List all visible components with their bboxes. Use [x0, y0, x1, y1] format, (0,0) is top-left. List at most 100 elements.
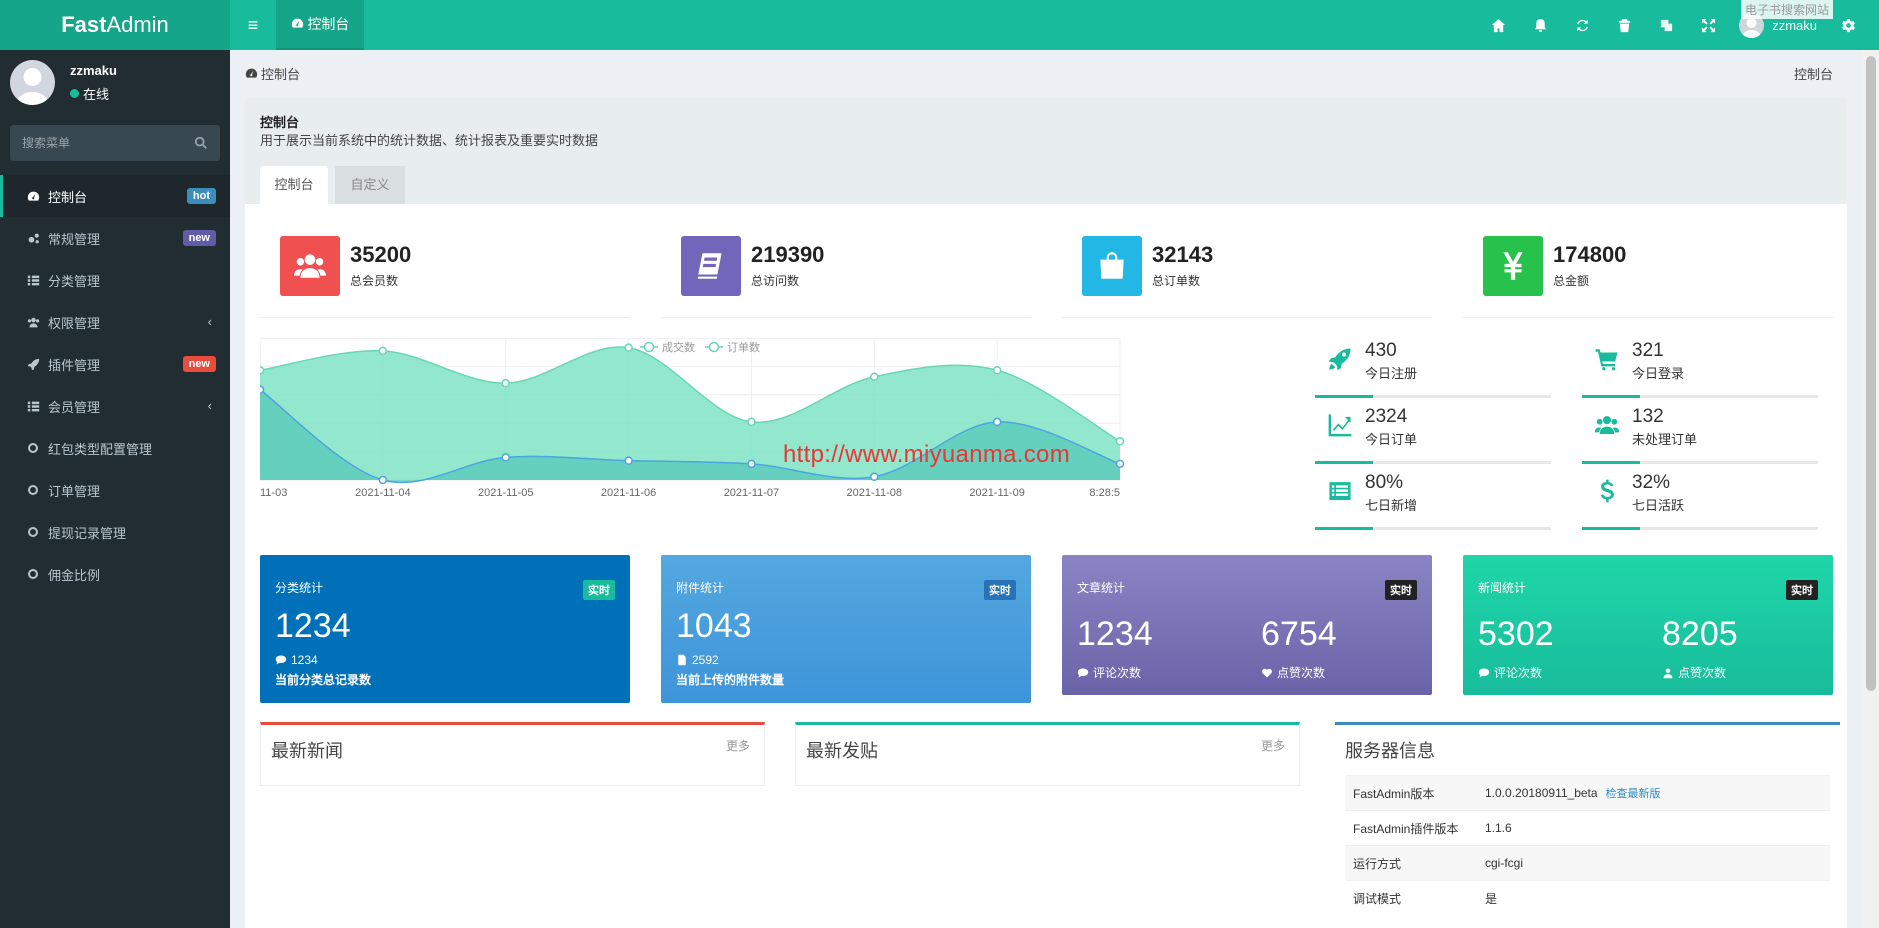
- tab-custom[interactable]: 自定义: [335, 166, 405, 204]
- sidebar-item-8[interactable]: 提现记录管理: [0, 511, 230, 553]
- x-tick-label: 2021-11-08: [847, 487, 902, 499]
- search-icon[interactable]: [194, 136, 208, 150]
- legend-marker: [708, 341, 720, 353]
- data-point: [992, 417, 1002, 427]
- menu-toggle-button[interactable]: ≡: [230, 0, 276, 50]
- stat-label: 总金额: [1553, 274, 1590, 288]
- mini-stat-pending-orders: 132 未处理订单: [1582, 404, 1818, 464]
- server-info-box: 服务器信息 FastAdmin版本 1.0.0.20180911_beta 检查最新…: [1335, 722, 1840, 928]
- status-dot-icon: [70, 89, 79, 98]
- rocket-icon: [1328, 348, 1351, 371]
- server-info-row: FastAdmin插件版本 1.1.6: [1345, 810, 1830, 845]
- x-tick-label: 2021-11-09: [969, 487, 1024, 499]
- translate-button[interactable]: [1645, 0, 1687, 50]
- book-icon: [697, 253, 722, 279]
- mini-stat-registrations: 430 今日注册: [1315, 338, 1551, 398]
- stat-total-visits: 219390 总访问数: [661, 236, 1031, 318]
- breadcrumb-current: 控制台: [1793, 67, 1833, 82]
- legend-entry: 订单数: [727, 341, 760, 354]
- user-panel: zzmaku 在线: [10, 60, 220, 105]
- mini-stat-weekly-active: 32% 七日活跃: [1582, 470, 1818, 530]
- sidebar-item-9[interactable]: 佣金比例: [0, 553, 230, 595]
- x-tick-label: 11-03: [260, 487, 287, 499]
- bell-icon: [1534, 18, 1546, 32]
- latest-news-box: 最新新闻 更多: [260, 722, 765, 786]
- shopping-bag-icon: [1100, 252, 1124, 279]
- yen-icon: [1503, 252, 1523, 280]
- sidebar-item-label: 佣金比例: [48, 567, 101, 583]
- stat-value: 219390: [751, 242, 825, 267]
- sidebar-item-4[interactable]: 插件管理 new: [0, 343, 230, 385]
- home-icon: [1491, 18, 1505, 32]
- scrollbar[interactable]: [1862, 50, 1879, 928]
- data-point: [747, 459, 756, 469]
- data-point: [747, 417, 756, 427]
- notifications-button[interactable]: [1519, 0, 1561, 50]
- app-logo[interactable]: FastAdmin: [0, 0, 230, 50]
- tab-dashboard[interactable]: 控制台: [260, 166, 328, 204]
- legend-entry: 成交数: [662, 340, 695, 354]
- hamburger-icon: ≡: [247, 15, 259, 35]
- avatar: [10, 60, 55, 105]
- sidebar-item-2[interactable]: 分类管理: [0, 259, 230, 301]
- menu-badge: hot: [186, 188, 216, 204]
- server-info-row: 调试模式是: [1345, 880, 1830, 915]
- sidebar-item-3[interactable]: 权限管理 ‹: [0, 301, 230, 343]
- users-icon: [294, 254, 326, 278]
- sidebar: zzmaku 在线 控制台 hot 常规管理 new 分类管理权限管理 ‹ 插件管理 new 会…: [0, 50, 230, 928]
- users-icon: [25, 316, 41, 329]
- x-tick-label: 2021-11-07: [724, 487, 779, 499]
- refresh-button[interactable]: [1561, 0, 1603, 50]
- main-content: 控制台 控制台 控制台 用于展示当前系统中的统计数据、统计报表及重要实时数据 控…: [230, 50, 1879, 928]
- list-icon: [25, 400, 41, 413]
- x-tick-label: 8:28:5: [1089, 487, 1120, 499]
- check-update-link[interactable]: 检查最新版: [1606, 788, 1661, 800]
- clear-cache-button[interactable]: [1603, 0, 1645, 50]
- stat-value: 32143: [1152, 242, 1214, 267]
- sidebar-item-6[interactable]: 红包类型配置管理: [0, 427, 230, 469]
- data-point: [1115, 459, 1125, 469]
- nav-tab-dashboard[interactable]: 控制台: [276, 0, 364, 50]
- page-title: 控制台: [260, 115, 300, 130]
- menu-badge: new: [182, 356, 216, 372]
- sidebar-item-1[interactable]: 常规管理 new: [0, 217, 230, 259]
- data-point: [1115, 437, 1125, 446]
- sidebar-item-7[interactable]: 订单管理: [0, 469, 230, 511]
- data-point: [260, 385, 265, 394]
- chart-watermark: http://www.miyuanma.com: [783, 441, 1070, 468]
- panel-heading: 控制台 用于展示当前系统中的统计数据、统计报表及重要实时数据 控制台 自定义: [245, 98, 1847, 204]
- stat-value: 174800: [1553, 242, 1627, 267]
- settings-button[interactable]: [1827, 0, 1869, 50]
- sidebar-item-label: 插件管理: [48, 357, 101, 373]
- sidebar-item-0[interactable]: 控制台 hot: [0, 175, 230, 217]
- online-status: 在线: [70, 84, 109, 103]
- users-icon: [1594, 416, 1620, 434]
- list-icon: [25, 274, 41, 287]
- stat-total-orders: 32143 总订单数: [1062, 236, 1432, 318]
- gear-icon: [1841, 18, 1855, 32]
- data-point: [624, 456, 633, 465]
- search-input[interactable]: [10, 125, 190, 161]
- home-button[interactable]: [1477, 0, 1519, 50]
- scrollbar-thumb[interactable]: [1866, 56, 1876, 691]
- realtime-badge: 实时: [984, 580, 1016, 600]
- more-link[interactable]: 更多: [726, 737, 750, 754]
- sidebar-item-label: 会员管理: [48, 399, 101, 415]
- order-chart[interactable]: 11-03 2021-11-04 2021-11-05 2021-11-06 2021-…: [260, 338, 1290, 513]
- sidebar-item-label: 订单管理: [48, 483, 101, 499]
- dashboard-icon: [25, 190, 41, 203]
- more-link[interactable]: 更多: [1261, 737, 1285, 754]
- server-info-row: FastAdmin版本 1.0.0.20180911_beta 检查最新版: [1345, 775, 1830, 810]
- card-attachment-stats: 附件统计 实时 1043 2592 当前上传的附件数量: [661, 555, 1031, 703]
- x-tick-label: 2021-11-05: [478, 487, 533, 499]
- x-tick-label: 2021-11-06: [601, 487, 656, 499]
- comment-icon: [1077, 668, 1089, 677]
- sidebar-item-5[interactable]: 会员管理 ‹: [0, 385, 230, 427]
- server-info-table: FastAdmin版本 1.0.0.20180911_beta 检查最新版 FastA…: [1345, 775, 1830, 915]
- card-article-stats: 文章统计 实时 1234 评论次数 6754 点赞次数: [1062, 555, 1432, 695]
- sidebar-search: [10, 125, 220, 161]
- x-tick-label: 2021-11-04: [355, 487, 410, 499]
- fullscreen-button[interactable]: [1687, 0, 1729, 50]
- menu-badge: new: [182, 230, 216, 246]
- sidebar-item-label: 红包类型配置管理: [48, 441, 153, 457]
